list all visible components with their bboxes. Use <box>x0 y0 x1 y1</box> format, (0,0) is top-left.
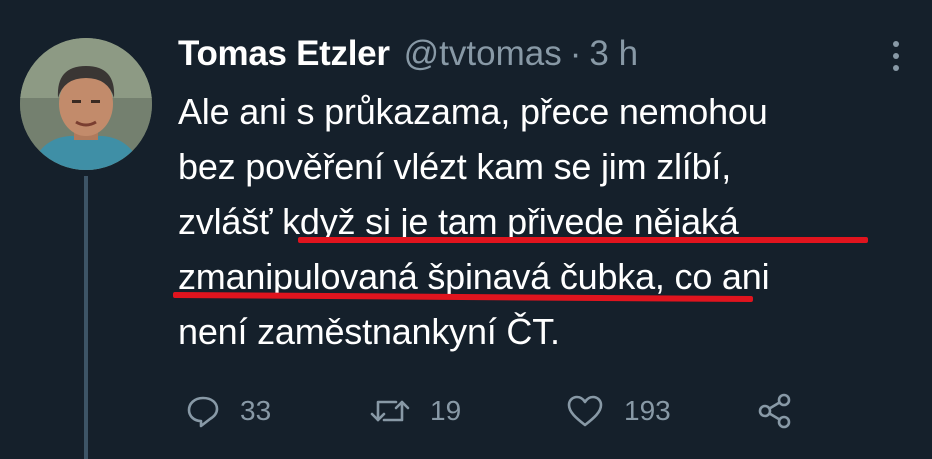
user-handle[interactable]: @tvtomas <box>404 34 562 74</box>
timestamp[interactable]: 3 h <box>589 34 638 74</box>
share-icon <box>758 393 791 429</box>
display-name[interactable]: Tomas Etzler <box>178 34 390 74</box>
tweet[interactable]: Tomas Etzler @tvtomas · 3 h Ale ani s pr… <box>0 0 932 459</box>
tweet-text-line: bez pověření vlézt kam se jim zlíbí, <box>178 146 732 187</box>
like-button[interactable]: 193 <box>566 388 671 434</box>
red-underline-mark <box>298 237 868 243</box>
reply-button[interactable]: 33 <box>186 388 271 434</box>
tweet-text: Ale ani s průkazama, přece nemohou bez p… <box>178 84 898 359</box>
tweet-text-line: není zaměstnankyní ČT. <box>178 311 560 352</box>
tweet-actions: 33 19 193 <box>186 388 806 434</box>
retweet-count: 19 <box>430 395 462 426</box>
reply-count: 33 <box>240 395 272 426</box>
tweet-header: Tomas Etzler @tvtomas · 3 h <box>178 34 638 76</box>
thread-line <box>84 176 88 459</box>
like-count: 193 <box>624 395 671 426</box>
more-options-button[interactable] <box>884 36 908 76</box>
heart-icon <box>567 395 603 427</box>
avatar[interactable] <box>20 38 152 170</box>
separator-dot: · <box>569 34 582 73</box>
more-vertical-icon <box>893 41 899 71</box>
retweet-button[interactable]: 19 <box>370 388 461 434</box>
reply-icon <box>187 396 219 428</box>
retweet-icon <box>370 400 410 422</box>
tweet-text-line: Ale ani s průkazama, přece nemohou <box>178 91 768 132</box>
share-button[interactable] <box>756 388 794 434</box>
avatar-image <box>20 38 152 170</box>
